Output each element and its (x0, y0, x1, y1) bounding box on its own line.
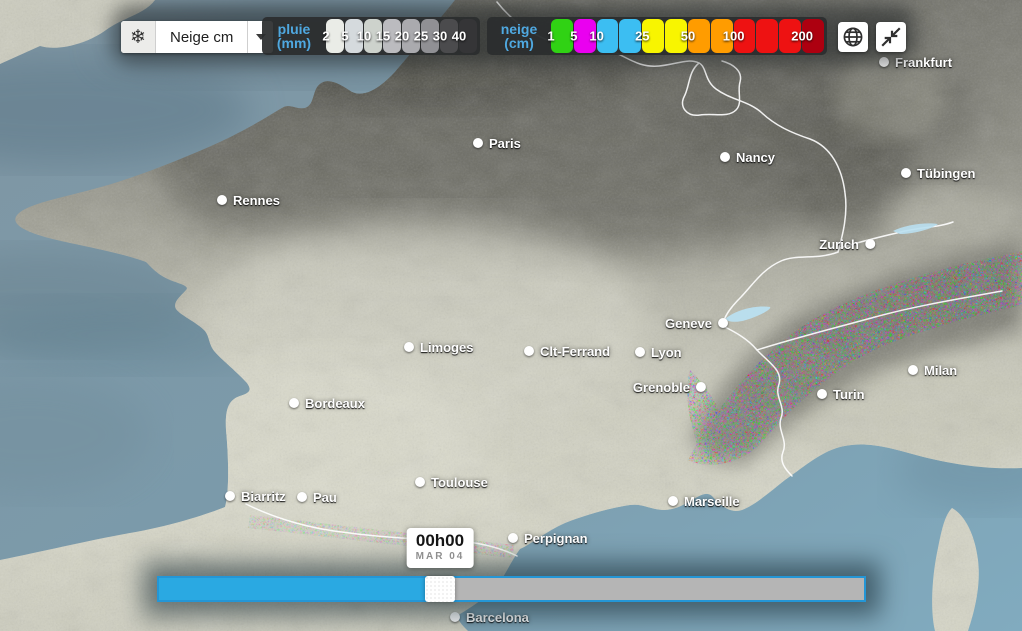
snowflake-icon: ❄ (121, 21, 156, 53)
globe-icon (841, 25, 865, 49)
snow-legend-swatch-label: 10 (589, 29, 603, 44)
rain-legend-title-line1: pluie (262, 22, 326, 36)
snow-legend-swatch: 10 (597, 19, 619, 53)
snow-legend-title-line1: neige (487, 22, 551, 36)
snow-legend-swatch-label: 50 (681, 29, 695, 44)
time-tooltip: 00h00 MAR 04 (407, 528, 474, 568)
snow-legend-swatch: 100 (734, 19, 756, 53)
rain-legend-swatches: 2 5 10 15 20 25 30 40 (326, 19, 477, 53)
rain-legend-swatch-label: 40 (452, 29, 466, 44)
snow-legend: neige (cm) 1 5 10 25 50 (487, 17, 827, 55)
collapse-arrows-icon (879, 25, 903, 49)
snow-legend-swatch (756, 19, 778, 53)
france-relief-map[interactable] (0, 0, 1022, 631)
rain-legend-title-line2: (mm) (262, 36, 326, 50)
weather-map-app: Frankfurt Paris Nancy Tübingen Rennes Zu… (0, 0, 1022, 631)
rain-legend-swatch: 40 (459, 19, 477, 53)
rain-legend-swatch-label: 15 (376, 29, 390, 44)
rain-legend: pluie (mm) 2 5 10 15 20 25 30 (262, 17, 480, 55)
tooltip-date: MAR 04 (416, 551, 465, 563)
snow-legend-swatch: 25 (642, 19, 664, 53)
timeline-track[interactable] (157, 576, 866, 602)
snow-legend-swatch-label: 1 (547, 29, 554, 44)
timeline-thumb[interactable] (425, 576, 455, 602)
snow-legend-title-line2: (cm) (487, 36, 551, 50)
snow-legend-swatch-label: 200 (791, 29, 813, 44)
snow-legend-title: neige (cm) (487, 22, 551, 50)
snow-legend-swatch-label: 5 (570, 29, 577, 44)
rain-legend-swatch-label: 30 (433, 29, 447, 44)
rain-legend-swatch-label: 10 (357, 29, 371, 44)
snow-legend-swatch: 50 (688, 19, 710, 53)
snow-legend-swatch-label: 25 (635, 29, 649, 44)
snow-legend-swatch-label: 100 (723, 29, 745, 44)
rain-legend-title: pluie (mm) (262, 22, 326, 50)
snow-legend-swatch: 200 (802, 19, 824, 53)
rain-legend-swatch-label: 2 (322, 29, 329, 44)
layer-select-dropdown[interactable]: ❄ Neige cm (121, 21, 273, 53)
timeline-progress-fill (159, 578, 425, 600)
rain-legend-swatch-label: 20 (395, 29, 409, 44)
rain-legend-swatch-label: 5 (341, 29, 348, 44)
tooltip-time: 00h00 (416, 532, 465, 550)
rain-legend-swatch-label: 25 (414, 29, 428, 44)
globe-button[interactable] (838, 22, 868, 52)
snow-legend-swatches: 1 5 10 25 50 100 (551, 19, 824, 53)
collapse-button[interactable] (876, 22, 906, 52)
layer-select-value: Neige cm (156, 21, 247, 53)
